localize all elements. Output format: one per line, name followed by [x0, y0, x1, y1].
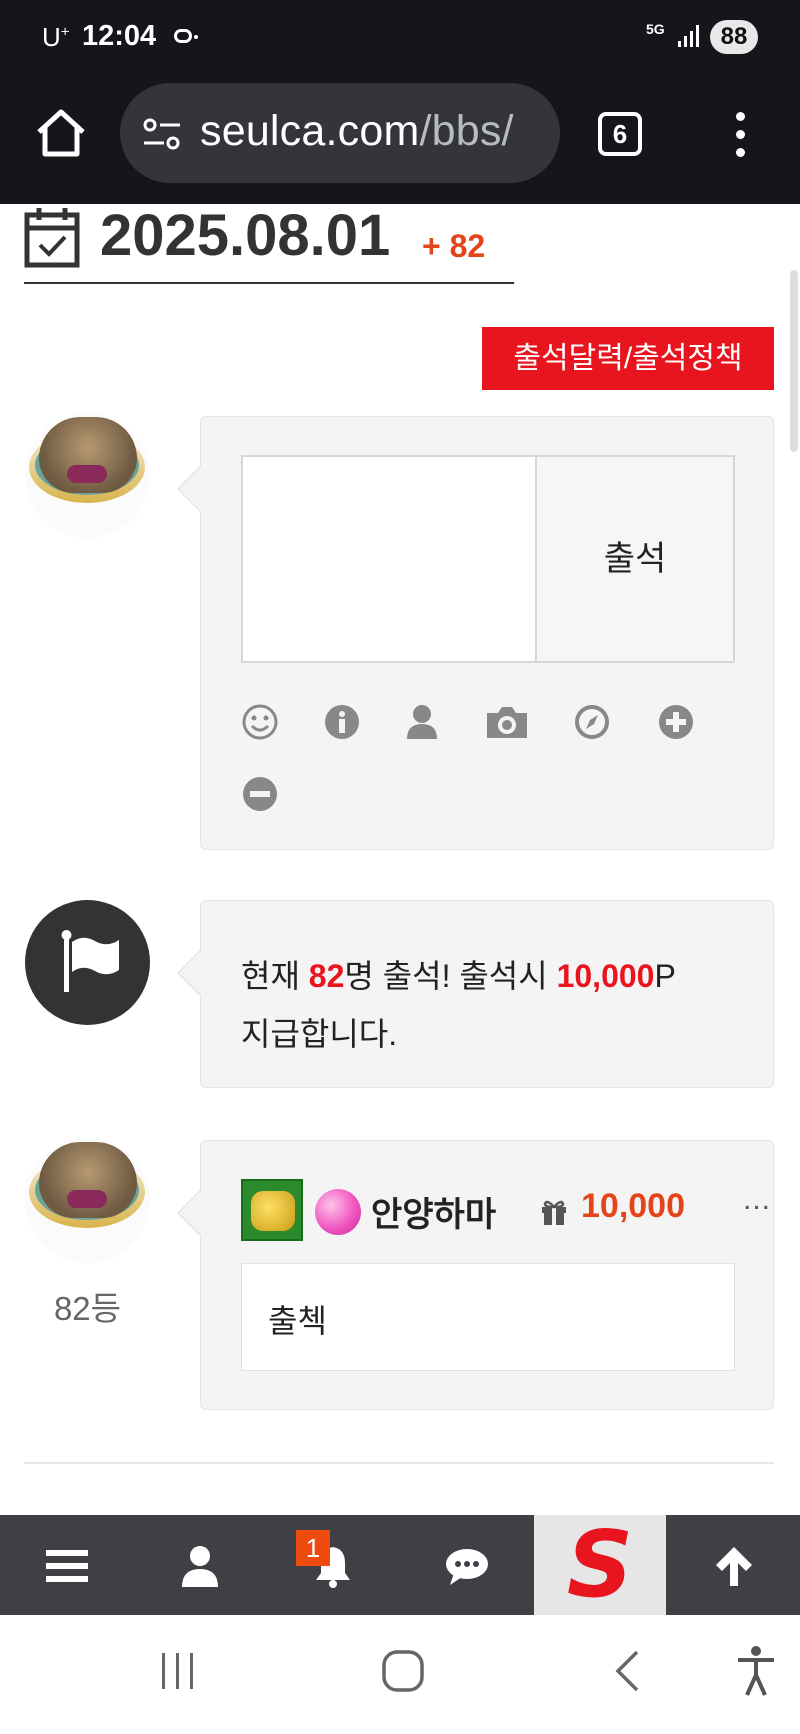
earned-points: 10,000	[581, 1187, 685, 1225]
minus-circle-icon[interactable]	[241, 775, 279, 813]
url-text[interactable]: seulca.com/bbs/	[200, 107, 514, 156]
scrollbar[interactable]	[790, 270, 798, 452]
signal-icon	[678, 25, 702, 47]
flag-avatar	[25, 900, 150, 1025]
attendance-notice: 현재 82명 출석! 출석시 10,000P 지급합니다.	[177, 900, 774, 1088]
level-icon	[241, 1179, 303, 1241]
entry-header: 안양하마 10,000 ...	[241, 1179, 770, 1241]
clock: 12:04	[82, 20, 157, 52]
site-logo[interactable]: S	[534, 1515, 666, 1615]
comment-form-panel: 출석	[177, 416, 774, 850]
network-label: 5G	[646, 21, 665, 37]
home-icon	[37, 109, 85, 157]
browser-toolbar: seulca.com/bbs/ 6	[0, 76, 800, 204]
user-icon[interactable]	[403, 703, 441, 741]
attendance-date-header: 2025.08.01 + 82	[24, 203, 514, 284]
site-settings-icon[interactable]	[142, 117, 182, 151]
gift-icon	[542, 1200, 566, 1225]
back-icon[interactable]	[612, 1649, 642, 1693]
battery-indicator: 88	[710, 20, 758, 54]
username[interactable]: 안양하마	[371, 1187, 496, 1236]
smile-icon[interactable]	[241, 703, 279, 741]
avatar[interactable]	[25, 1138, 150, 1263]
recent-apps-icon[interactable]	[158, 1651, 198, 1691]
attendance-policy-button[interactable]: 출석달력/출석정책	[482, 327, 774, 390]
compass-icon[interactable]	[573, 703, 611, 741]
divider	[24, 1462, 774, 1464]
home-button[interactable]	[34, 106, 88, 160]
chat-button[interactable]	[400, 1515, 533, 1615]
menu-button[interactable]	[0, 1515, 133, 1615]
profile-button[interactable]	[133, 1515, 266, 1615]
menu-icon	[46, 1550, 88, 1582]
attendance-entry: 안양하마 10,000 ... 출첵	[177, 1140, 774, 1410]
home-icon[interactable]	[381, 1649, 425, 1693]
avatar	[25, 413, 150, 538]
camera-icon[interactable]	[485, 703, 529, 741]
plus-circle-icon[interactable]	[657, 703, 695, 741]
status-bar: U+ 12:04 5G 88	[0, 0, 800, 76]
user-icon	[182, 1546, 218, 1587]
browser-menu-button[interactable]	[730, 110, 750, 160]
attendance-date: 2025.08.01	[100, 203, 391, 268]
more-options-button[interactable]: ...	[743, 1183, 771, 1217]
entry-comment: 출첵	[241, 1263, 735, 1371]
info-icon[interactable]	[323, 703, 361, 741]
entry-comment-text: 출첵	[268, 1303, 327, 1339]
system-nav-bar	[0, 1615, 800, 1734]
tab-switcher-button[interactable]: 6	[598, 112, 642, 156]
carrier-label: U+	[42, 22, 70, 52]
attendance-submit-button[interactable]: 출석	[535, 455, 735, 663]
scroll-top-button[interactable]	[667, 1515, 800, 1615]
accessibility-icon[interactable]	[735, 1645, 777, 1697]
notifications-button[interactable]	[266, 1515, 399, 1615]
calendar-check-icon	[24, 208, 80, 268]
site-logo-letter: S	[566, 1511, 634, 1618]
site-bottom-nav: S	[0, 1515, 800, 1615]
notification-icon	[174, 29, 198, 43]
attendance-count: + 82	[422, 228, 486, 264]
arrow-up-icon	[716, 1547, 752, 1586]
address-bar[interactable]: seulca.com/bbs/	[120, 83, 560, 183]
comment-textarea[interactable]	[241, 455, 535, 663]
attendance-rank: 82등	[53, 1290, 122, 1327]
notification-badge: 1	[296, 1530, 330, 1566]
chat-icon	[446, 1549, 488, 1585]
flag-icon	[61, 930, 119, 992]
notice-text: 현재 82명 출석! 출석시 10,000P 지급합니다.	[241, 958, 676, 1052]
member-grade-icon	[315, 1189, 361, 1235]
